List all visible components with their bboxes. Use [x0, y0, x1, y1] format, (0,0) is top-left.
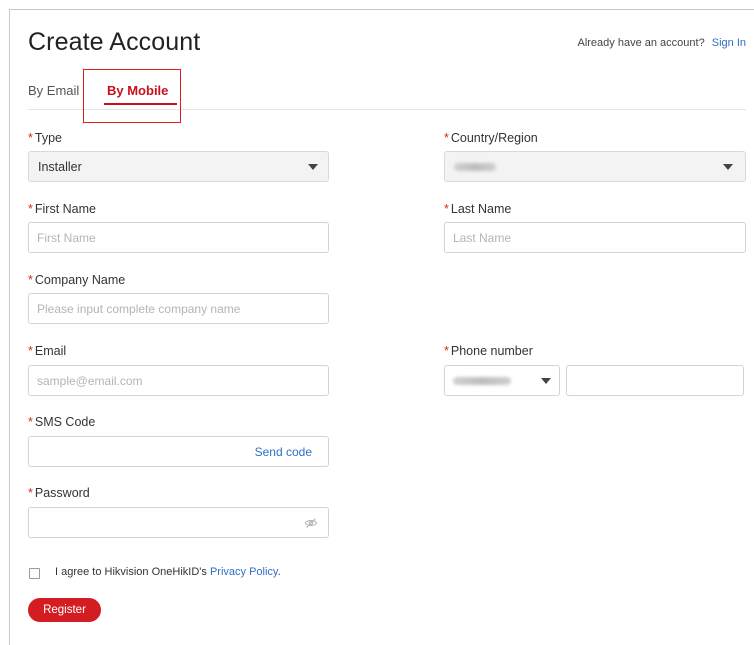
company-name-field [28, 293, 329, 324]
email-input[interactable] [29, 366, 328, 395]
sign-in-link[interactable]: Sign In [712, 37, 746, 49]
email-label: * Email [28, 344, 67, 358]
have-account-text: Already have an account? [577, 37, 705, 49]
company-name-input[interactable] [29, 294, 328, 323]
sms-code-input[interactable] [29, 437, 239, 466]
phone-number-input[interactable] [567, 366, 743, 395]
password-label: * Password [28, 486, 90, 500]
country-code-value-blurred [453, 377, 511, 385]
type-label: * Type [28, 131, 62, 145]
password-input[interactable] [29, 508, 289, 537]
first-name-field [28, 222, 329, 253]
register-button[interactable]: Register [28, 598, 101, 622]
country-select[interactable] [444, 151, 746, 182]
first-name-input[interactable] [29, 223, 328, 252]
active-tab-indicator [104, 103, 177, 105]
country-selected-value-blurred [454, 163, 496, 171]
last-name-label: * Last Name [444, 202, 512, 216]
sms-code-label: * SMS Code [28, 415, 96, 429]
privacy-agree-checkbox[interactable] [29, 568, 40, 579]
phone-label: * Phone number [444, 344, 533, 358]
type-selected-value: Installer [38, 160, 82, 174]
type-select[interactable]: Installer [28, 151, 329, 182]
last-name-input[interactable] [445, 223, 745, 252]
phone-country-code-select[interactable] [444, 365, 560, 396]
eye-slash-icon[interactable] [304, 516, 318, 530]
privacy-policy-link[interactable]: Privacy Policy [210, 566, 278, 578]
page-title: Create Account [28, 28, 201, 56]
tab-by-mobile[interactable]: By Mobile [107, 83, 168, 98]
send-code-button[interactable]: Send code [255, 445, 312, 459]
country-label: * Country/Region [444, 131, 538, 145]
phone-number-field [566, 365, 744, 396]
email-field [28, 365, 329, 396]
signup-method-tabs: By Email By Mobile [28, 72, 746, 110]
caret-down-icon [308, 164, 318, 170]
sms-code-field: Send code [28, 436, 329, 467]
password-field [28, 507, 329, 538]
company-name-label: * Company Name [28, 273, 126, 287]
privacy-agreement-text: I agree to Hikvision OneHikID's Privacy … [55, 566, 281, 578]
caret-down-icon [541, 378, 551, 384]
sign-in-prompt: Already have an account? Sign In [577, 37, 746, 49]
last-name-field [444, 222, 746, 253]
first-name-label: * First Name [28, 202, 96, 216]
caret-down-icon [723, 164, 733, 170]
tab-by-email[interactable]: By Email [28, 83, 79, 98]
